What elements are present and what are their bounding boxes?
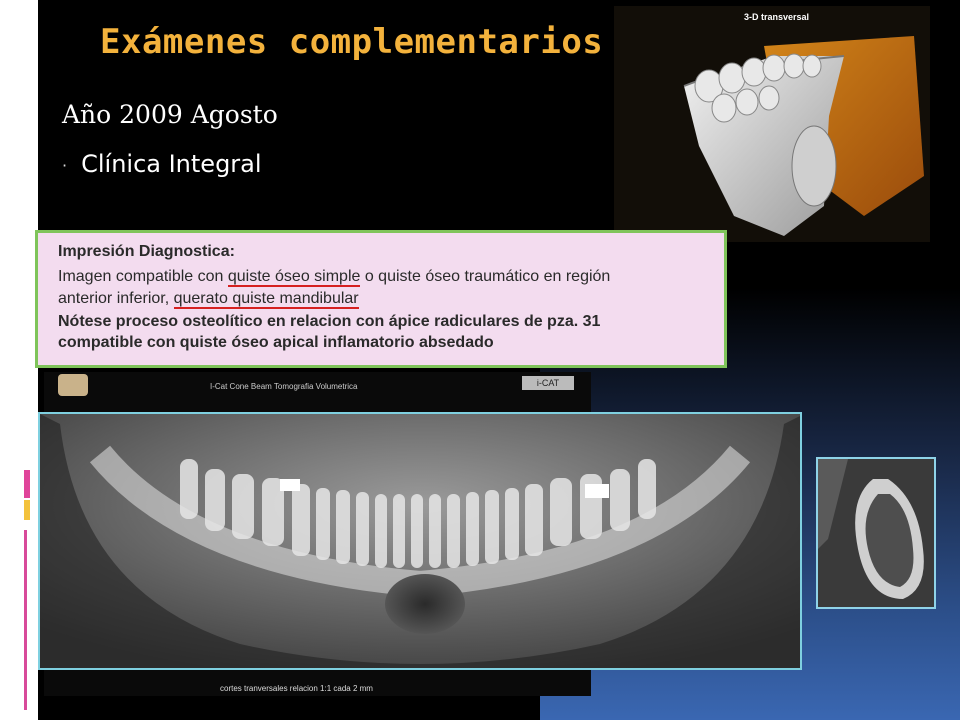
panoramic-xray-image [38, 412, 802, 670]
diagnosis-line-3: Nótese proceso osteolítico en relacion c… [58, 313, 601, 330]
cross-section-render [818, 459, 934, 607]
diagnosis-text: o quiste óseo traumático en región [360, 268, 611, 285]
slide-subtitle: Año 2009 Agosto [62, 100, 278, 129]
bullet-text: Clínica Integral [81, 150, 262, 178]
3d-image-label: 3-D transversal [744, 12, 809, 22]
3d-jaw-render: 3-D transversal [614, 6, 930, 242]
slide-decoration-icon [20, 20, 38, 140]
diagnosis-underlined-term: querato quiste mandibular [173, 290, 359, 309]
panoramic-header: I-Cat Cone Beam Tomografia Volumetrica [210, 382, 358, 391]
magenta-mark [24, 530, 27, 710]
cross-section-image [816, 457, 936, 609]
diagnosis-box: Impresión Diagnostica: Imagen compatible… [35, 230, 727, 368]
magenta-mark [24, 470, 30, 498]
slide-title: Exámenes complementarios [100, 22, 604, 62]
clinic-logo [58, 374, 88, 396]
panoramic-footer: cortes tranversales relacion 1:1 cada 2 … [220, 684, 373, 693]
diagnosis-heading: Impresión Diagnostica: [58, 243, 235, 260]
diagnosis-text: Imagen compatible con [58, 268, 228, 285]
bullet-item: · Clínica Integral [62, 150, 262, 178]
yellow-mark [24, 500, 30, 520]
diagnosis-line-1: Imagen compatible con quiste óseo simple… [58, 268, 611, 287]
panoramic-xray-render [40, 414, 800, 668]
diagnosis-text: anterior inferior, [58, 290, 174, 307]
diagnosis-line-4: compatible con quiste óseo apical inflam… [58, 334, 494, 351]
icat-logo: i-CAT [522, 376, 574, 390]
diagnosis-underlined-term: quiste óseo simple [227, 268, 361, 287]
3d-transversal-image: 3-D transversal [614, 6, 930, 242]
diagnosis-line-2: anterior inferior, querato quiste mandib… [58, 290, 359, 309]
bullet-marker: · [62, 155, 68, 175]
